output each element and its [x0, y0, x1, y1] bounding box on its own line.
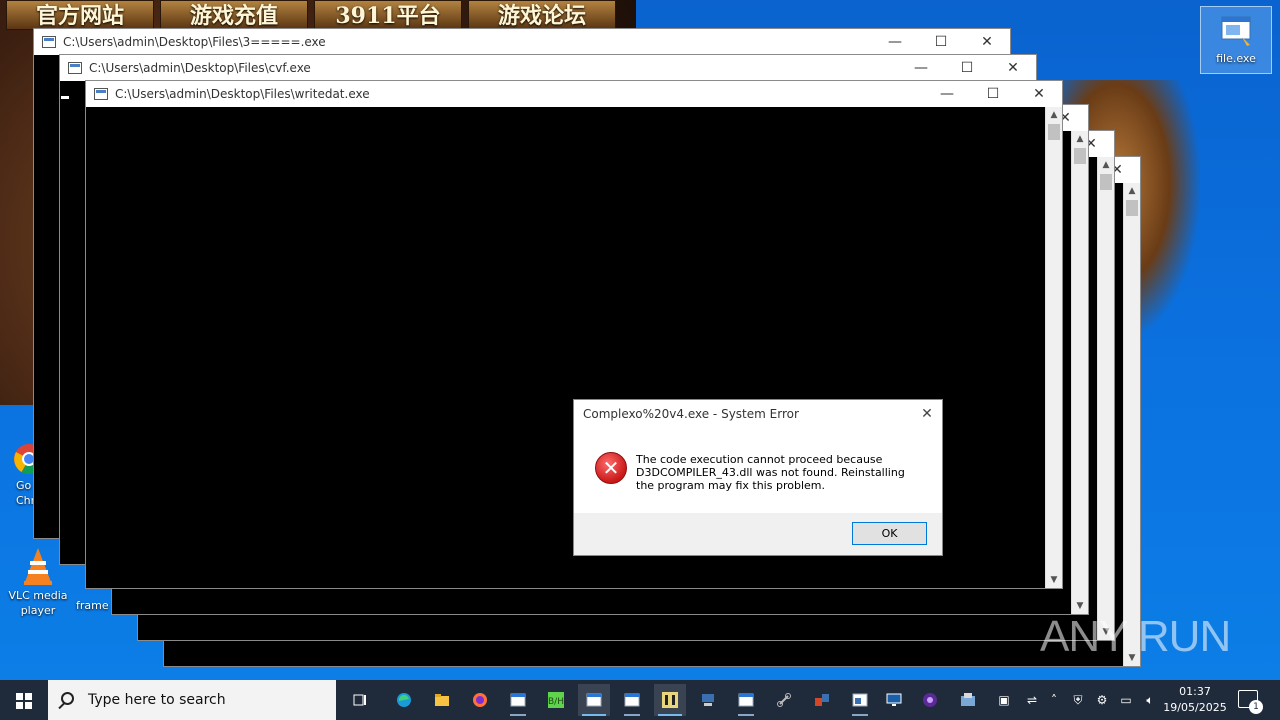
task-view-icon[interactable] [344, 684, 376, 716]
window-title: C:\Users\admin\Desktop\Files\cvf.exe [89, 61, 311, 75]
chevron-up-icon[interactable]: ˄ [1046, 692, 1062, 708]
window-title: C:\Users\admin\Desktop\Files\3=====.exe [63, 35, 326, 49]
close-icon[interactable]: ✕ [912, 400, 942, 428]
console-app-icon[interactable] [502, 684, 534, 716]
scroll-thumb[interactable] [1100, 174, 1112, 190]
monitor-icon[interactable] [878, 684, 910, 716]
desktop-icon-label: file.exe [1216, 52, 1256, 65]
console-app-icon [94, 88, 108, 100]
close-icon[interactable]: ✕ [964, 29, 1010, 55]
clock[interactable]: 01:37 19/05/2025 [1160, 684, 1230, 716]
window-title: C:\Users\admin\Desktop\Files\writedat.ex… [115, 87, 370, 101]
edge-icon[interactable] [388, 684, 420, 716]
scroll-up-icon[interactable]: ▲ [1098, 157, 1114, 173]
scroll-up-icon[interactable]: ▲ [1072, 131, 1088, 147]
windows-logo-icon [16, 693, 32, 709]
close-icon[interactable]: ✕ [1016, 81, 1062, 107]
notification-count-badge: 1 [1249, 700, 1263, 714]
office-icon[interactable] [806, 684, 838, 716]
scroll-up-icon[interactable]: ▲ [1124, 183, 1140, 199]
ok-button[interactable]: OK [852, 522, 927, 545]
console-app-icon [68, 62, 82, 74]
titlebar: C:\Users\admin\Desktop\Files\3=====.exe … [34, 29, 1010, 55]
file-explorer-icon[interactable] [426, 684, 458, 716]
banner-forum[interactable]: 游戏论坛 [468, 0, 616, 30]
link-icon[interactable] [768, 684, 800, 716]
firefox-icon[interactable] [464, 684, 496, 716]
window-app-icon[interactable] [844, 684, 876, 716]
vertical-scrollbar[interactable]: ▲ ▼ [1045, 107, 1062, 588]
desktop-icon-label: frame [76, 599, 109, 612]
purple-app-icon[interactable] [914, 684, 946, 716]
network-icon[interactable]: ▭ [1118, 692, 1134, 708]
scroll-thumb[interactable] [1048, 124, 1060, 140]
bh-app-icon[interactable]: B/H [540, 684, 572, 716]
game-banner: 官方网站 游戏充值 3911平台 游戏论坛 [0, 0, 636, 30]
scroll-down-icon[interactable]: ▼ [1046, 572, 1062, 588]
console-app-icon[interactable] [578, 684, 610, 716]
vertical-scrollbar[interactable]: ▲ ▼ [1071, 131, 1088, 614]
network-share-icon[interactable]: ⇌ [1024, 692, 1040, 708]
clock-date: 19/05/2025 [1163, 701, 1227, 714]
start-button[interactable] [0, 680, 48, 720]
game-app-icon[interactable] [654, 684, 686, 716]
error-icon: ✕ [595, 452, 627, 484]
scroll-thumb[interactable] [1126, 200, 1138, 216]
scroll-thumb[interactable] [1074, 148, 1086, 164]
vlc-icon [18, 546, 58, 586]
minimize-icon[interactable]: — [898, 55, 944, 81]
banner-platform[interactable]: 3911平台 [314, 0, 462, 30]
minimize-icon[interactable]: — [924, 81, 970, 107]
console-tray-icon[interactable]: ▣ [996, 692, 1012, 708]
dialog-footer: OK [574, 513, 942, 555]
desktop-icon-file-exe[interactable]: file.exe [1200, 6, 1272, 74]
banner-official-site[interactable]: 官方网站 [6, 0, 154, 30]
clock-time: 01:37 [1179, 685, 1211, 698]
search-placeholder: Type here to search [88, 692, 226, 708]
installer-icon[interactable] [952, 684, 984, 716]
minimize-icon[interactable]: — [872, 29, 918, 55]
taskbar: Type here to search B/H ▣ ⇌ ˄ ⛨ ⚙ ▭ 🔈︎ 0… [0, 680, 1280, 720]
vertical-scrollbar[interactable]: ▲ ▼ [1097, 157, 1114, 640]
anyrun-watermark: ANY RUN [1040, 612, 1231, 661]
vertical-scrollbar[interactable]: ▲ ▼ [1123, 183, 1140, 666]
volume-icon[interactable]: 🔈︎ [1142, 692, 1158, 708]
error-message: The code execution cannot proceed becaus… [636, 453, 905, 492]
maximize-icon[interactable]: ☐ [918, 29, 964, 55]
desktop-icon-label: VLC media player [8, 589, 68, 617]
console-app-icon[interactable] [730, 684, 762, 716]
search-box[interactable]: Type here to search [48, 680, 336, 720]
scroll-up-icon[interactable]: ▲ [1046, 107, 1062, 123]
console-app-icon[interactable] [616, 684, 648, 716]
shield-icon[interactable]: ⛨ [1070, 692, 1086, 708]
titlebar: C:\Users\admin\Desktop\Files\cvf.exe — ☐… [60, 55, 1036, 81]
close-icon[interactable]: ✕ [990, 55, 1036, 81]
dialog-title: Complexo%20v4.exe - System Error [583, 407, 799, 421]
console-cursor [61, 96, 69, 99]
svg-text:B/H: B/H [548, 697, 564, 707]
search-icon [61, 692, 74, 705]
network-tool-icon[interactable] [692, 684, 724, 716]
maximize-icon[interactable]: ☐ [970, 81, 1016, 107]
system-error-dialog[interactable]: Complexo%20v4.exe - System Error ✕ ✕ The… [573, 399, 943, 556]
desktop-icon-frame[interactable]: frame [76, 598, 114, 613]
settings-tray-icon[interactable]: ⚙ [1094, 692, 1110, 708]
titlebar: C:\Users\admin\Desktop\Files\writedat.ex… [86, 81, 1062, 107]
maximize-icon[interactable]: ☐ [944, 55, 990, 81]
console-app-icon [42, 36, 56, 48]
exe-file-icon [1216, 15, 1256, 49]
banner-recharge[interactable]: 游戏充值 [160, 0, 308, 30]
